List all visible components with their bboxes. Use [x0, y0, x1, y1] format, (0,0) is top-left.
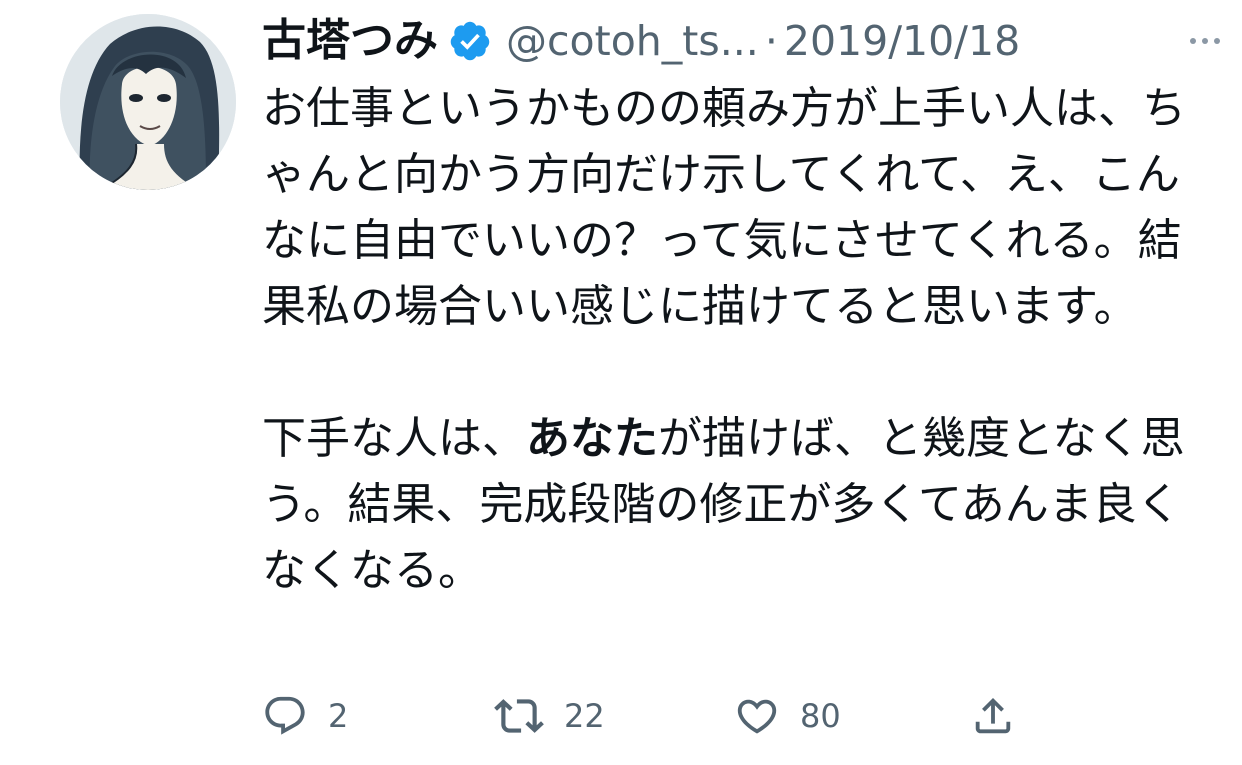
verified-badge-icon: [448, 19, 492, 63]
tweet-paragraph-1: お仕事というかものの頼み方が上手い人は、ちゃんと向かう方向だけ示してくれて、え、…: [262, 83, 1186, 332]
reply-icon: [265, 696, 305, 735]
tweet-header: 古塔つみ @cotoh_ts... · 2019/10/18: [262, 10, 1224, 72]
tweet-text: お仕事というかものの頼み方が上手い人は、ちゃんと向かう方向だけ示してくれて、え、…: [262, 76, 1192, 604]
share-icon: [975, 697, 1011, 734]
avatar[interactable]: [60, 14, 236, 190]
reply-button[interactable]: 2: [262, 688, 348, 744]
retweet-button[interactable]: 22: [494, 688, 605, 744]
like-button[interactable]: 80: [734, 688, 841, 744]
tweet-actions: 2 22 80: [262, 688, 1062, 744]
tweet-paragraph-2: 下手な人は、あなたが描けば、と幾度となく思う。結果、完成段階の修正が多くてあんま…: [262, 406, 1192, 604]
tweet-date[interactable]: 2019/10/18: [784, 20, 1020, 62]
avatar-image: [60, 14, 236, 190]
user-handle[interactable]: @cotoh_ts...: [506, 20, 759, 62]
share-button[interactable]: [970, 688, 1016, 744]
paragraph-2-bold: あなた: [526, 413, 658, 464]
separator-dot: ·: [764, 16, 778, 65]
heart-icon: [737, 699, 777, 734]
reply-count: 2: [328, 697, 349, 735]
retweet-count: 22: [564, 697, 605, 735]
like-count: 80: [800, 697, 841, 735]
more-options-icon[interactable]: [1190, 26, 1224, 56]
retweet-icon: [494, 699, 544, 733]
display-name[interactable]: 古塔つみ: [262, 19, 438, 63]
paragraph-2-start: 下手な人は、: [262, 413, 526, 464]
